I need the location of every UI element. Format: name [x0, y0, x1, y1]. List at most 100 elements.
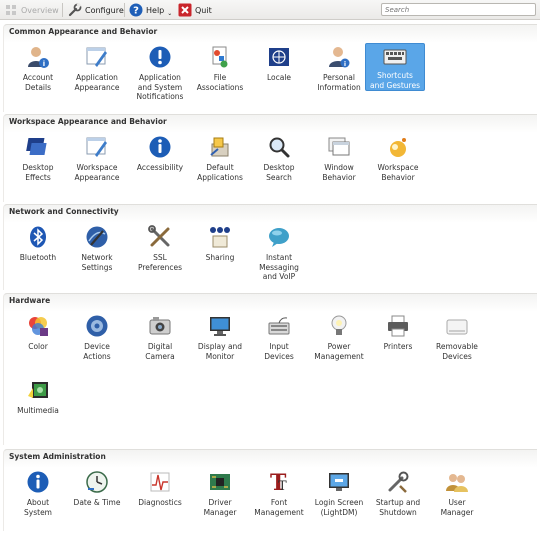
ssl-preferences-item[interactable]: SSL Preferences: [130, 225, 190, 272]
quit-button[interactable]: Quit: [178, 2, 212, 18]
overview-icon: [4, 3, 18, 17]
item-label: Sharing: [205, 253, 235, 262]
quit-label: Quit: [195, 5, 212, 15]
date-time-item[interactable]: Date & Time: [67, 470, 127, 508]
item-label: Workspace Appearance: [74, 163, 120, 182]
item-label: Power Management: [314, 342, 364, 361]
file-associations-icon: [208, 45, 232, 69]
overview-label: Overview: [21, 5, 59, 15]
sharing-item[interactable]: Sharing: [190, 225, 250, 263]
toolbar: Overview Configure ? Help ⌄ Quit: [0, 0, 540, 20]
item-label: Display and Monitor: [197, 342, 243, 361]
info-icon: [26, 470, 50, 494]
item-label: About System: [24, 498, 52, 517]
application-appearance-icon: [85, 45, 109, 69]
chat-bubble-icon: [267, 225, 291, 249]
accessibility-icon: [148, 135, 172, 159]
notifications-item[interactable]: Application and System Notifications: [130, 45, 190, 102]
section-title: Hardware: [9, 296, 51, 305]
item-label: Date & Time: [73, 498, 121, 507]
file-associations-item[interactable]: File Associations: [190, 45, 250, 92]
bluetooth-item[interactable]: Bluetooth: [8, 225, 68, 263]
configure-button[interactable]: Configure: [68, 2, 124, 18]
login-screen-icon: [327, 470, 351, 494]
locale-item[interactable]: Locale: [249, 45, 309, 83]
personal-information-icon: i: [327, 45, 351, 69]
search-input[interactable]: [381, 3, 536, 16]
item-label: Instant Messaging and VoIP: [259, 253, 299, 281]
removable-devices-item[interactable]: Removable Devices: [427, 314, 487, 361]
toolbar-separator: [62, 3, 63, 17]
help-button[interactable]: ? Help ⌄: [129, 2, 172, 18]
startup-shutdown-item[interactable]: Startup and Shutdown: [368, 470, 428, 517]
workspace-appearance-icon: [85, 135, 109, 159]
item-label: Device Actions: [83, 342, 111, 361]
device-actions-item[interactable]: Device Actions: [67, 314, 127, 361]
login-screen-item[interactable]: Login Screen (LightDM): [309, 470, 369, 517]
section-system-administration: System Administration About System Date …: [3, 449, 537, 531]
accessibility-item[interactable]: Accessibility: [130, 135, 190, 173]
svg-text:i: i: [43, 60, 45, 68]
item-label: Desktop Search: [263, 163, 295, 182]
window-behavior-item[interactable]: Window Behavior: [309, 135, 369, 182]
svg-text:i: i: [344, 60, 346, 68]
driver-manager-item[interactable]: Driver Manager: [190, 470, 250, 517]
item-label: SSL Preferences: [137, 253, 183, 272]
default-applications-item[interactable]: Default Applications: [190, 135, 250, 182]
item-label: Personal Information: [317, 73, 361, 92]
item-label: Desktop Effects: [22, 163, 54, 182]
diagnostics-icon: [148, 470, 172, 494]
workspace-behavior-item[interactable]: Workspace Behavior: [368, 135, 428, 182]
item-label: Font Management: [254, 498, 304, 517]
about-system-item[interactable]: About System: [8, 470, 68, 517]
desktop-effects-icon: [26, 135, 50, 159]
color-icon: [26, 314, 50, 338]
font-icon: TT: [267, 470, 291, 494]
power-management-item[interactable]: Power Management: [309, 314, 369, 361]
section-hardware: Hardware Color Device Actions Digital Ca…: [3, 293, 537, 445]
color-item[interactable]: Color: [8, 314, 68, 352]
input-devices-icon: [267, 314, 291, 338]
workspace-appearance-item[interactable]: Workspace Appearance: [67, 135, 127, 182]
overview-button[interactable]: Overview: [4, 2, 59, 18]
multimedia-item[interactable]: Multimedia: [8, 378, 68, 416]
application-appearance-item[interactable]: Application Appearance: [67, 45, 127, 92]
gear-icon: [85, 314, 109, 338]
font-management-item[interactable]: TT Font Management: [249, 470, 309, 517]
account-details-item[interactable]: i Account Details: [8, 45, 68, 92]
svg-text:T: T: [278, 479, 287, 494]
user-manager-item[interactable]: User Manager: [427, 470, 487, 517]
monitor-icon: [208, 314, 232, 338]
input-devices-item[interactable]: Input Devices: [249, 314, 309, 361]
item-label: Diagnostics: [138, 498, 182, 507]
personal-information-item[interactable]: i Personal Information: [309, 45, 369, 92]
section-network: Network and Connectivity Bluetooth Netwo…: [3, 204, 537, 290]
section-common-appearance: Common Appearance and Behavior i Account…: [3, 24, 537, 112]
desktop-search-item[interactable]: Desktop Search: [249, 135, 309, 182]
shortcuts-gestures-item[interactable]: Shortcuts and Gestures: [365, 43, 425, 91]
item-label: Input Devices: [264, 342, 294, 361]
network-settings-item[interactable]: Network Settings: [67, 225, 127, 272]
printers-item[interactable]: Printers: [368, 314, 428, 352]
instant-messaging-item[interactable]: Instant Messaging and VoIP: [249, 225, 309, 282]
section-workspace-appearance: Workspace Appearance and Behavior Deskto…: [3, 114, 537, 202]
diagnostics-item[interactable]: Diagnostics: [130, 470, 190, 508]
printer-icon: [386, 314, 410, 338]
chevron-down-icon: ⌄: [167, 9, 173, 17]
window-behavior-icon: [327, 135, 351, 159]
multimedia-icon: [26, 378, 50, 402]
desktop-effects-item[interactable]: Desktop Effects: [8, 135, 68, 182]
digital-camera-item[interactable]: Digital Camera: [130, 314, 190, 361]
display-monitor-item[interactable]: Display and Monitor: [190, 314, 250, 361]
item-label: Multimedia: [17, 406, 59, 415]
item-label: Application and System Notifications: [136, 73, 184, 101]
section-title: Network and Connectivity: [9, 207, 119, 216]
tools-icon: [148, 225, 172, 249]
item-label: Digital Camera: [145, 342, 175, 361]
item-label: Locale: [266, 73, 292, 82]
item-label: Driver Manager: [203, 498, 237, 517]
wrench-icon: [68, 3, 82, 17]
startup-shutdown-icon: [386, 470, 410, 494]
item-label: Account Details: [22, 73, 54, 92]
notifications-icon: [148, 45, 172, 69]
